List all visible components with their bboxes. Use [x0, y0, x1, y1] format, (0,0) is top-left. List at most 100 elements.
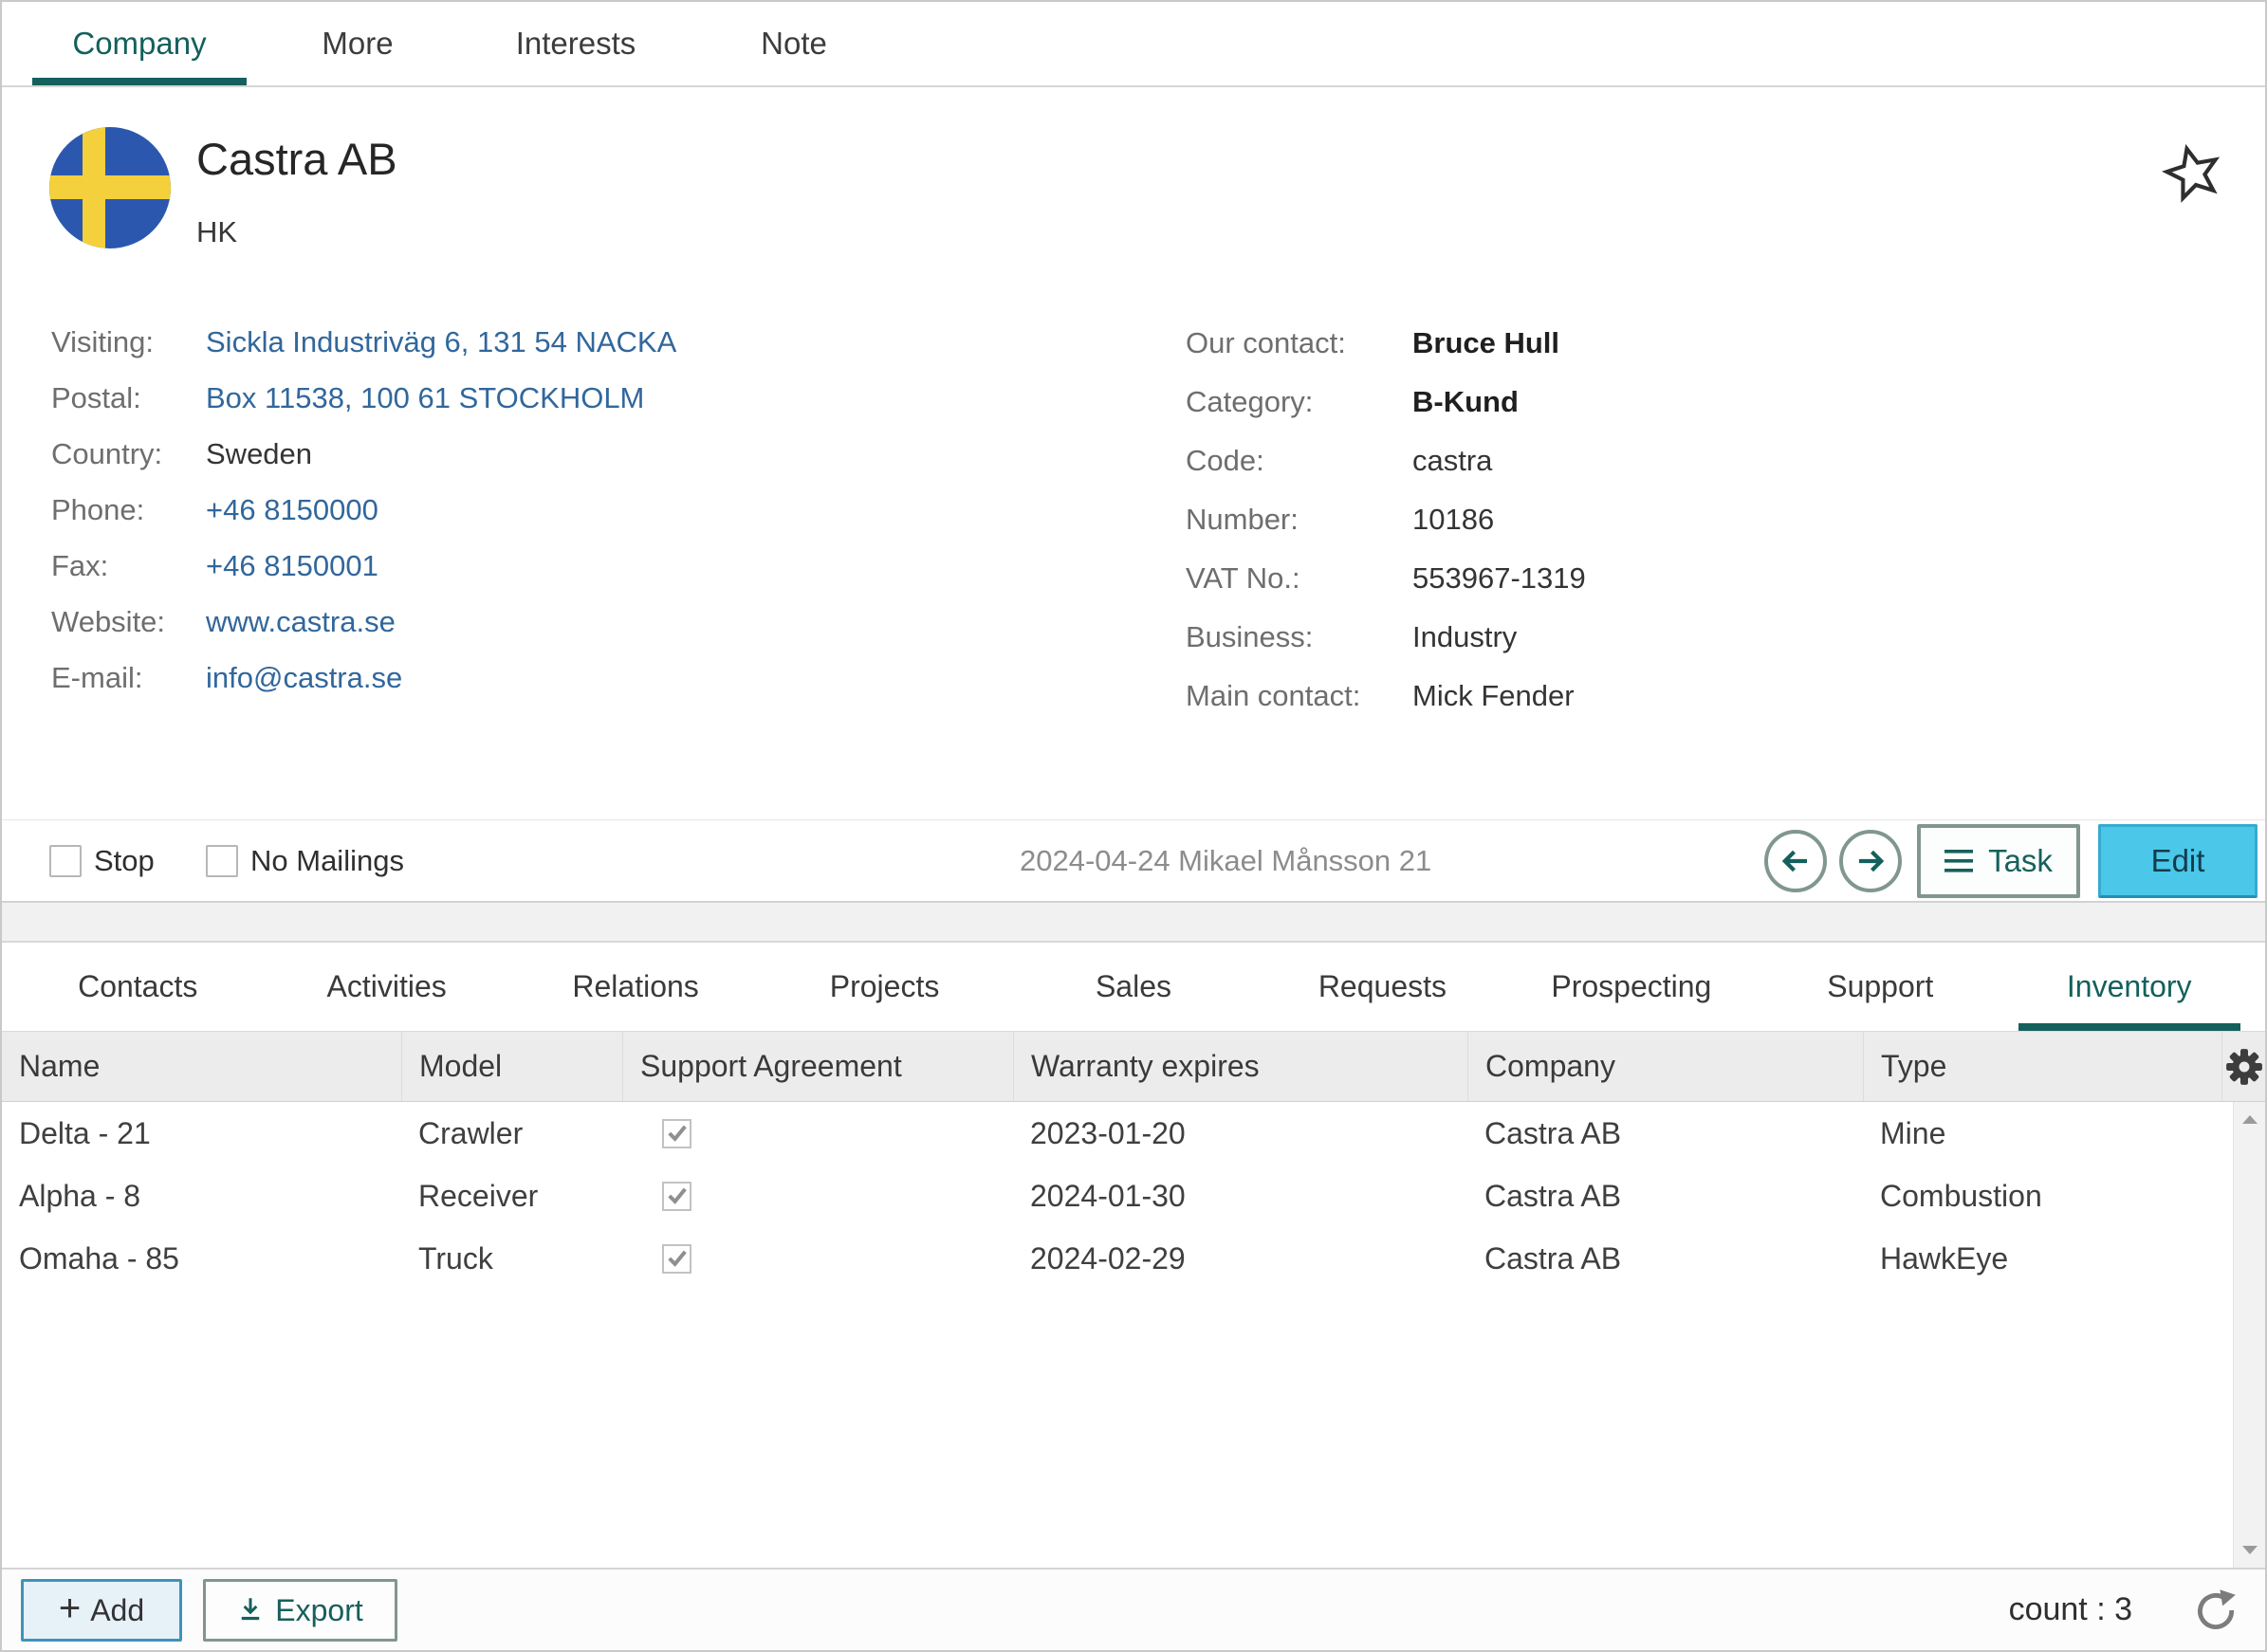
- support-agreement-checkbox[interactable]: [662, 1243, 691, 1274]
- edit-button[interactable]: Edit: [2098, 824, 2258, 898]
- scroll-down-icon[interactable]: [2241, 1546, 2258, 1554]
- our-contact-value: Bruce Hull: [1412, 326, 1560, 359]
- refresh-button[interactable]: [2193, 1588, 2239, 1634]
- download-icon: [242, 1598, 260, 1621]
- field-label: Fax:: [51, 549, 109, 582]
- tab-interests[interactable]: Interests: [467, 2, 685, 85]
- favorite-star-icon[interactable]: [2161, 142, 2224, 205]
- no-mailings-checkbox[interactable]: [206, 844, 238, 877]
- support-agreement-checkbox[interactable]: [662, 1118, 691, 1148]
- vertical-scrollbar[interactable]: [2233, 1102, 2265, 1568]
- column-header-name[interactable]: Name: [2, 1032, 401, 1101]
- cell-model: Truck: [418, 1240, 493, 1276]
- task-button-label: Task: [1988, 843, 2053, 878]
- field-label: Phone:: [51, 493, 145, 526]
- column-header-model[interactable]: Model: [401, 1032, 622, 1101]
- address-details: Visiting: Sickla Industriväg 6, 131 54 N…: [51, 325, 676, 717]
- next-record-button[interactable]: [1839, 830, 1902, 892]
- table-row[interactable]: Alpha - 8 Receiver 2024-01-30 Castra AB …: [2, 1165, 2265, 1227]
- add-button[interactable]: + Add: [21, 1579, 182, 1642]
- column-header-type[interactable]: Type: [1863, 1032, 2221, 1101]
- detail-row-phone: Phone: +46 8150000: [51, 493, 676, 549]
- cell-company: Castra AB: [1484, 1240, 1622, 1276]
- email-link[interactable]: info@castra.se: [206, 661, 402, 717]
- arrow-right-icon: [1859, 850, 1885, 872]
- previous-record-button[interactable]: [1764, 830, 1827, 892]
- field-label: Code:: [1186, 444, 1264, 477]
- column-header-support-agreement[interactable]: Support Agreement: [622, 1032, 1013, 1101]
- column-header-warranty-expires[interactable]: Warranty expires: [1013, 1032, 1467, 1101]
- postal-address-link[interactable]: Box 11538, 100 61 STOCKHOLM: [206, 381, 644, 437]
- plus-icon: +: [58, 1588, 82, 1629]
- main-contact-value: Mick Fender: [1412, 679, 1575, 712]
- company-subtitle: HK: [196, 215, 238, 248]
- country-value: Sweden: [206, 437, 313, 470]
- tab-more[interactable]: More: [249, 2, 467, 85]
- card-tab-bar: Company More Interests Note: [2, 2, 2265, 87]
- stop-label: Stop: [94, 843, 155, 877]
- export-button[interactable]: Export: [203, 1579, 397, 1642]
- tab-requests[interactable]: Requests: [1258, 943, 1506, 1031]
- field-label: Main contact:: [1186, 679, 1361, 712]
- no-mailings-label: No Mailings: [250, 843, 404, 877]
- detail-row-business: Business: Industry: [1186, 620, 1586, 679]
- detail-row-fax: Fax: +46 8150001: [51, 549, 676, 605]
- edit-button-label: Edit: [2150, 843, 2205, 878]
- tab-projects[interactable]: Projects: [760, 943, 1008, 1031]
- tab-sales[interactable]: Sales: [1009, 943, 1258, 1031]
- tab-prospecting[interactable]: Prospecting: [1507, 943, 1756, 1031]
- refresh-icon: [2198, 1589, 2236, 1629]
- cell-warranty-expires: 2024-01-30: [1030, 1178, 1186, 1213]
- column-settings-button[interactable]: [2221, 1032, 2265, 1101]
- cell-name: Omaha - 85: [19, 1240, 179, 1276]
- add-button-label: Add: [90, 1592, 145, 1627]
- tab-inventory[interactable]: Inventory: [2005, 943, 2254, 1031]
- inventory-table-header: Name Model Support Agreement Warranty ex…: [2, 1031, 2265, 1102]
- inventory-table-body: Delta - 21 Crawler 2023-01-20 Castra AB …: [2, 1102, 2265, 1568]
- last-modified-text: 2024-04-24 Mikael Månsson 21: [1020, 843, 1432, 877]
- tab-activities[interactable]: Activities: [262, 943, 510, 1031]
- table-row[interactable]: Omaha - 85 Truck 2024-02-29 Castra AB Ha…: [2, 1227, 2265, 1290]
- cell-model: Crawler: [418, 1115, 524, 1150]
- detail-row-main-contact: Main contact: Mick Fender: [1186, 679, 1586, 738]
- column-header-company[interactable]: Company: [1467, 1032, 1863, 1101]
- sweden-flag-avatar: [49, 127, 171, 248]
- cell-type: Mine: [1880, 1115, 1946, 1150]
- cell-model: Receiver: [418, 1178, 539, 1213]
- field-label: Number:: [1186, 503, 1299, 536]
- business-value: Industry: [1412, 620, 1518, 653]
- website-link[interactable]: www.castra.se: [206, 605, 396, 661]
- field-label: Country:: [51, 437, 163, 470]
- visiting-address-link[interactable]: Sickla Industriväg 6, 131 54 NACKA: [206, 325, 676, 381]
- tab-contacts[interactable]: Contacts: [13, 943, 262, 1031]
- fax-link[interactable]: +46 8150001: [206, 549, 378, 605]
- scroll-up-icon[interactable]: [2241, 1115, 2258, 1124]
- cell-name: Alpha - 8: [19, 1178, 141, 1213]
- table-row[interactable]: Delta - 21 Crawler 2023-01-20 Castra AB …: [2, 1102, 2265, 1165]
- checkmark-icon: [667, 1125, 687, 1142]
- detail-row-visiting: Visiting: Sickla Industriväg 6, 131 54 N…: [51, 325, 676, 381]
- company-name: Castra AB: [196, 134, 397, 184]
- tab-support[interactable]: Support: [1756, 943, 2004, 1031]
- record-count: count : 3: [2008, 1591, 2132, 1627]
- business-details: Our contact: Bruce Hull Category: B-Kund…: [1186, 326, 1586, 738]
- phone-link[interactable]: +46 8150000: [206, 493, 378, 549]
- support-agreement-checkbox[interactable]: [662, 1181, 691, 1211]
- tab-company[interactable]: Company: [30, 2, 249, 85]
- detail-row-website: Website: www.castra.se: [51, 605, 676, 661]
- field-label: Category:: [1186, 385, 1314, 418]
- cell-company: Castra AB: [1484, 1115, 1622, 1150]
- cell-warranty-expires: 2023-01-20: [1030, 1115, 1186, 1150]
- detail-row-category: Category: B-Kund: [1186, 385, 1586, 444]
- field-label: Visiting:: [51, 325, 154, 358]
- stop-checkbox[interactable]: [49, 844, 82, 877]
- detail-row-our-contact: Our contact: Bruce Hull: [1186, 326, 1586, 385]
- tab-note[interactable]: Note: [685, 2, 903, 85]
- cell-support-agreement: [622, 1181, 1013, 1211]
- tab-relations[interactable]: Relations: [511, 943, 760, 1031]
- field-label: Postal:: [51, 381, 141, 414]
- category-value: B-Kund: [1412, 385, 1519, 418]
- crm-company-window: Company More Interests Note Castra AB HK…: [0, 0, 2267, 1652]
- task-button[interactable]: Task: [1917, 824, 2080, 898]
- menu-lines-icon: [1944, 850, 1974, 872]
